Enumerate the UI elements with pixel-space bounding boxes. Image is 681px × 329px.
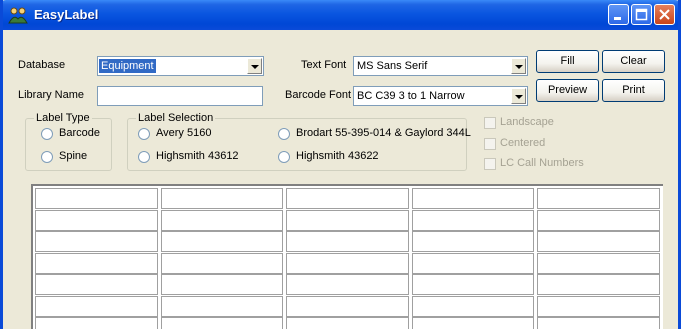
highsmith-43612-radio[interactable] <box>138 151 150 163</box>
label-type-title: Label Type <box>34 112 92 124</box>
avery-5160-radio[interactable] <box>138 128 150 140</box>
preview-button[interactable]: Preview <box>536 79 599 102</box>
print-button[interactable]: Print <box>602 79 665 102</box>
label-cell[interactable] <box>537 209 660 231</box>
label-cell[interactable] <box>160 231 284 252</box>
chevron-down-icon[interactable] <box>511 88 526 104</box>
label-grid <box>31 184 663 329</box>
library-name-label: Library Name <box>18 89 85 101</box>
label-cell[interactable] <box>537 295 660 317</box>
label-cell[interactable] <box>286 274 409 295</box>
label-cell[interactable] <box>35 317 158 329</box>
label-cell[interactable] <box>411 209 535 231</box>
centered-checkbox[interactable] <box>484 138 496 150</box>
fill-button[interactable]: Fill <box>536 50 599 73</box>
brodart-label: Brodart 55-395-014 & Gaylord 344L <box>296 127 471 139</box>
label-cell[interactable] <box>35 252 158 274</box>
easylabel-window: EasyLabel Database Equipment Library Nam… <box>0 0 681 329</box>
label-cell[interactable] <box>286 188 409 209</box>
maximize-icon <box>635 8 648 21</box>
centered-label: Centered <box>500 137 546 149</box>
title-bar[interactable]: EasyLabel <box>3 0 678 30</box>
window-title: EasyLabel <box>34 7 99 22</box>
label-cell[interactable] <box>160 317 284 329</box>
label-cell[interactable] <box>35 231 158 252</box>
label-cell[interactable] <box>537 231 660 252</box>
label-cell[interactable] <box>537 252 660 274</box>
label-cell[interactable] <box>286 295 409 317</box>
database-label: Database <box>18 59 66 71</box>
barcode-radio[interactable] <box>41 128 53 140</box>
chevron-down-icon[interactable] <box>247 58 262 74</box>
maximize-button[interactable] <box>631 4 652 25</box>
lc-call-numbers-label: LC Call Numbers <box>500 157 584 169</box>
highsmith-43622-label: Highsmith 43622 <box>296 150 379 162</box>
barcode-font-dropdown[interactable]: BC C39 3 to 1 Narrow <box>353 86 528 106</box>
label-cell[interactable] <box>35 274 158 295</box>
library-name-input[interactable] <box>97 86 263 106</box>
label-cell[interactable] <box>411 317 535 329</box>
label-cell[interactable] <box>411 188 535 209</box>
avery-5160-label: Avery 5160 <box>156 127 212 139</box>
label-cell[interactable] <box>160 295 284 317</box>
barcode-font-value: BC C39 3 to 1 Narrow <box>357 90 465 102</box>
label-cell[interactable] <box>160 274 284 295</box>
landscape-label: Landscape <box>500 116 554 128</box>
spine-radio[interactable] <box>41 151 53 163</box>
app-icon <box>8 7 28 24</box>
label-cell[interactable] <box>537 274 660 295</box>
label-cell[interactable] <box>35 209 158 231</box>
label-cell[interactable] <box>160 188 284 209</box>
database-value: Equipment <box>99 59 156 73</box>
minimize-button[interactable] <box>608 4 629 25</box>
label-cell[interactable] <box>411 274 535 295</box>
database-dropdown[interactable]: Equipment <box>97 56 264 76</box>
barcode-font-label: Barcode Font <box>285 89 352 101</box>
text-font-dropdown[interactable]: MS Sans Serif <box>353 56 528 76</box>
label-cell[interactable] <box>286 252 409 274</box>
label-cell[interactable] <box>35 188 158 209</box>
label-cell[interactable] <box>286 317 409 329</box>
close-button[interactable] <box>654 4 675 25</box>
barcode-radio-label: Barcode <box>59 127 100 139</box>
highsmith-43612-label: Highsmith 43612 <box>156 150 239 162</box>
label-cell[interactable] <box>537 317 660 329</box>
label-type-group: Label Type <box>25 112 112 171</box>
text-font-label: Text Font <box>301 59 347 71</box>
label-selection-group: Label Selection <box>127 112 467 171</box>
label-cell[interactable] <box>411 295 535 317</box>
lc-call-numbers-checkbox[interactable] <box>484 158 496 170</box>
chevron-down-icon[interactable] <box>511 58 526 74</box>
label-cell[interactable] <box>411 231 535 252</box>
clear-button[interactable]: Clear <box>602 50 665 73</box>
text-font-value: MS Sans Serif <box>357 60 428 72</box>
spine-radio-label: Spine <box>59 150 88 162</box>
label-cell[interactable] <box>160 252 284 274</box>
label-cell[interactable] <box>286 209 409 231</box>
landscape-checkbox[interactable] <box>484 117 496 129</box>
label-cell[interactable] <box>35 295 158 317</box>
brodart-radio[interactable] <box>278 128 290 140</box>
label-cell[interactable] <box>160 209 284 231</box>
minimize-icon <box>614 17 621 20</box>
label-cell[interactable] <box>537 188 660 209</box>
highsmith-43622-radio[interactable] <box>278 151 290 163</box>
label-cell[interactable] <box>411 252 535 274</box>
label-selection-title: Label Selection <box>136 112 216 124</box>
close-icon <box>659 9 670 20</box>
label-cell[interactable] <box>286 231 409 252</box>
